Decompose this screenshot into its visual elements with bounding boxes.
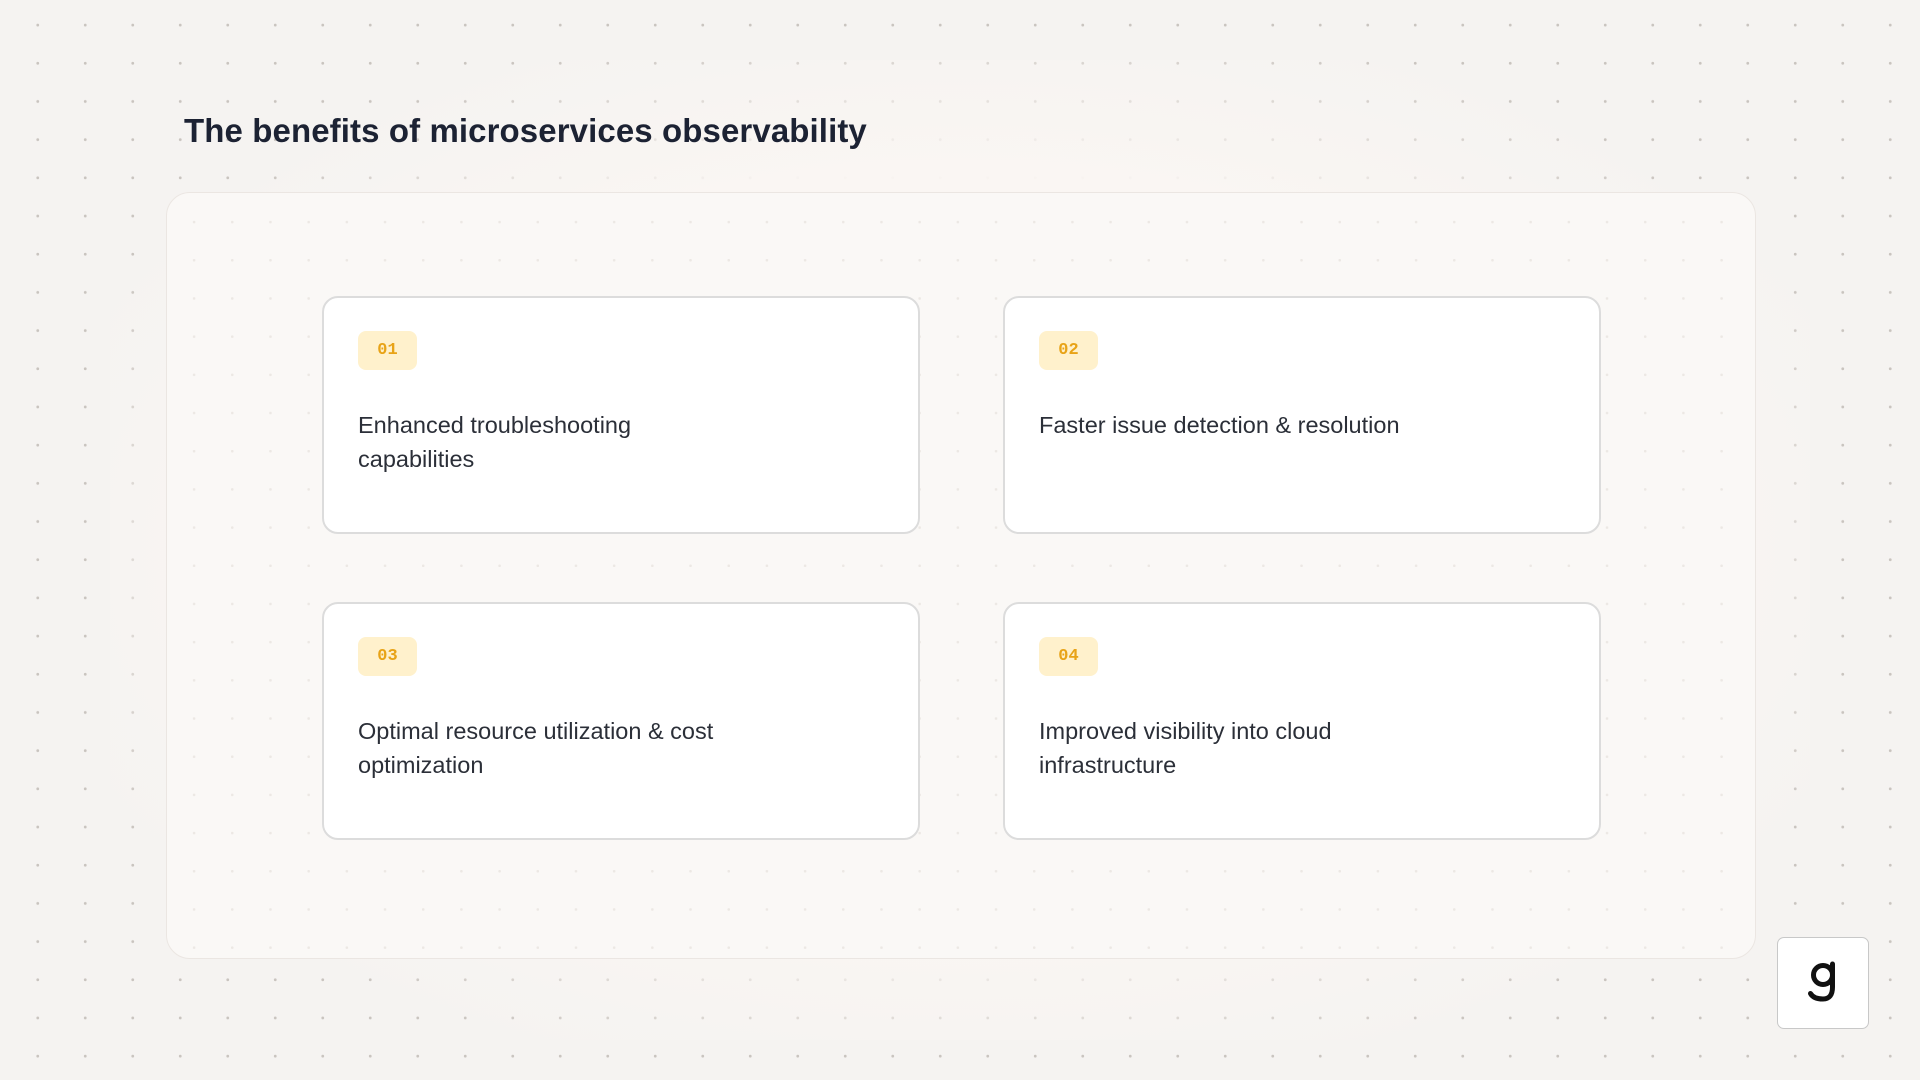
benefit-text: Enhanced troubleshooting capabilities — [358, 412, 632, 472]
benefit-number-badge: 01 — [358, 331, 417, 370]
benefit-text: Improved visibility into cloud infrastru… — [1039, 718, 1332, 778]
benefit-card-4: 04 Improved visibility into cloud infras… — [1003, 602, 1601, 840]
benefit-text: Optimal resource utilization & cost opti… — [358, 718, 714, 778]
page-title: The benefits of microservices observabil… — [184, 112, 867, 149]
benefit-number-badge: 03 — [358, 637, 417, 676]
brand-g-logo-icon — [1808, 961, 1835, 1002]
benefit-card-3: 03 Optimal resource utilization & cost o… — [322, 602, 920, 840]
benefit-number-badge: 02 — [1039, 331, 1098, 370]
benefit-card-1: 01 Enhanced troubleshooting capabilities — [322, 296, 920, 534]
benefit-number-badge: 04 — [1039, 637, 1098, 676]
benefit-card-2: 02 Faster issue detection & resolution — [1003, 296, 1601, 534]
benefit-text: Faster issue detection & resolution — [1039, 412, 1400, 438]
brand-logo[interactable] — [1777, 937, 1869, 1029]
